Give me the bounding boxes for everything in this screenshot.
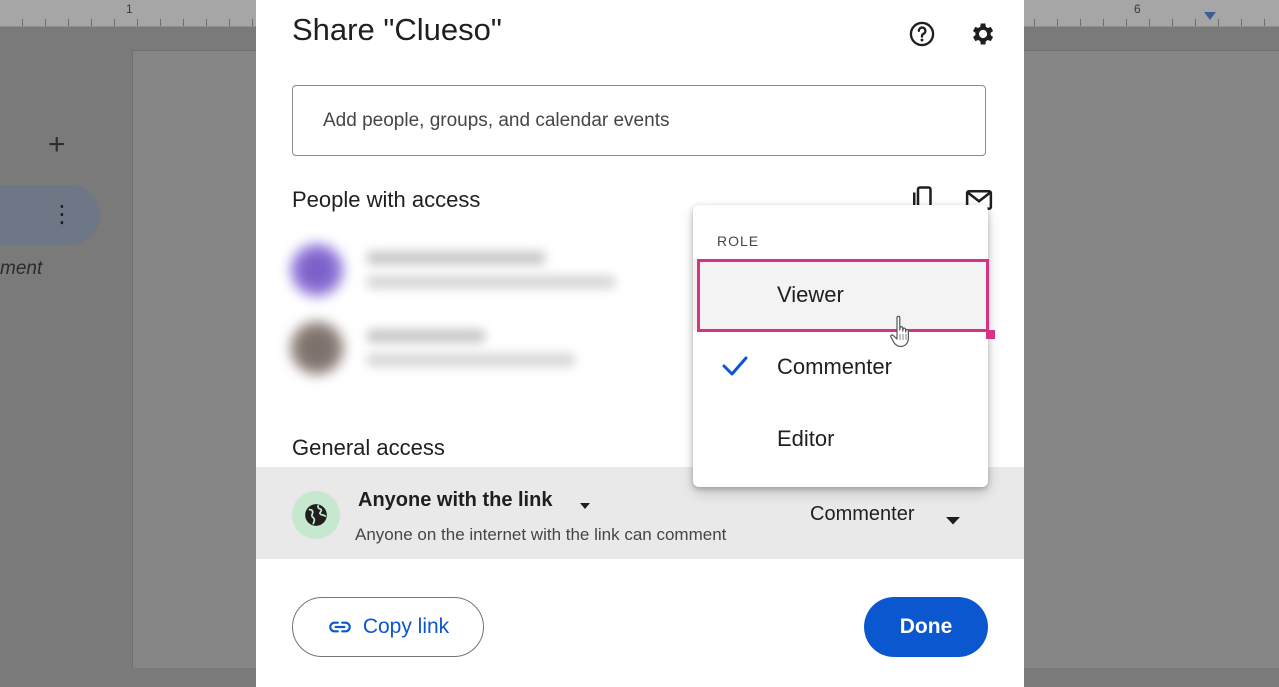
role-option-label: Editor [777, 426, 835, 451]
globe-icon [292, 491, 340, 539]
done-button[interactable]: Done [864, 597, 988, 657]
person-row[interactable] [286, 315, 626, 385]
gear-icon[interactable] [964, 16, 1000, 52]
role-option-viewer[interactable]: Viewer [693, 259, 988, 331]
ruler-number-right: 6 [1134, 2, 1141, 16]
general-access-role-dropdown[interactable]: Commenter [810, 503, 914, 526]
check-icon [721, 355, 749, 382]
general-access-title: General access [292, 435, 445, 460]
add-people-input[interactable] [292, 85, 986, 156]
role-option-commenter[interactable]: Commenter [693, 331, 988, 403]
avatar [290, 321, 344, 375]
link-icon [328, 621, 351, 633]
avatar [290, 243, 344, 297]
role-option-label: Viewer [777, 282, 844, 307]
ruler-indent-marker[interactable] [1204, 12, 1216, 20]
role-option-editor[interactable]: Editor [693, 403, 988, 475]
plus-icon[interactable]: + [48, 130, 66, 160]
caret-down-icon[interactable] [945, 512, 961, 530]
general-access-type-dropdown[interactable]: Anyone with the link [358, 489, 552, 512]
help-icon[interactable] [904, 16, 940, 52]
caret-down-icon[interactable] [578, 497, 592, 515]
person-name-blurred [366, 251, 546, 265]
role-option-label: Commenter [777, 354, 892, 379]
copy-link-button[interactable]: Copy link [292, 597, 484, 657]
person-name-blurred [366, 329, 486, 343]
person-email-blurred [366, 275, 616, 289]
highlight-handle [986, 330, 995, 339]
background-comment-text: ment [0, 258, 43, 279]
role-menu: ROLE Viewer Commenter Editor [693, 205, 988, 487]
general-access-description: Anyone on the internet with the link can… [355, 525, 727, 544]
person-email-blurred [366, 353, 576, 367]
hand-cursor-icon [888, 314, 916, 357]
more-vert-icon[interactable]: ⋮ [50, 200, 74, 230]
people-with-access-title: People with access [292, 187, 481, 212]
role-menu-header: ROLE [717, 233, 760, 249]
dialog-title: Share "Clueso" [292, 12, 502, 47]
copy-link-label: Copy link [362, 615, 450, 638]
ruler-number-left: 1 [126, 2, 133, 16]
person-row[interactable] [286, 237, 626, 307]
